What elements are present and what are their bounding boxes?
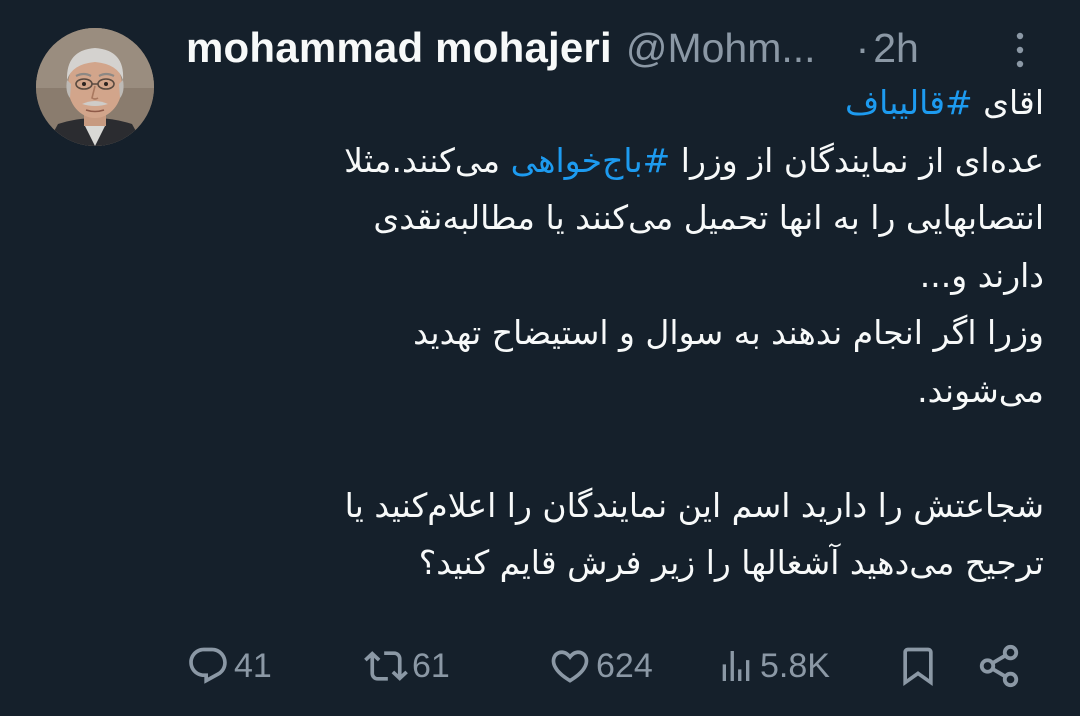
tweet-text-segment: ترجیح می‌دهید آشغالها را زیر فرش قایم کن… — [418, 543, 1044, 582]
avatar-photo — [36, 28, 154, 146]
bookmark-icon — [903, 647, 933, 687]
avatar[interactable] — [36, 28, 154, 146]
retweet-icon — [364, 651, 408, 681]
tweet-header: mohammad mohajeri @Mohm... · 2h — [186, 20, 1046, 76]
views-bar-chart-icon — [722, 651, 750, 681]
retweet-button[interactable]: 61 — [364, 638, 450, 694]
hashtag-link[interactable]: #قالیباف — [845, 83, 973, 122]
views-button[interactable]: 5.8K — [716, 638, 830, 694]
reply-count: 41 — [234, 646, 272, 685]
tweet-line: انتصابهایی را به انها تحمیل می‌کنند یا م… — [186, 189, 1044, 247]
tweet-line: ترجیح می‌دهید آشغالها را زیر فرش قایم کن… — [186, 534, 1044, 592]
separator-dot: · — [855, 24, 870, 71]
views-count: 5.8K — [760, 646, 830, 685]
hashtag-link[interactable]: #باج‌خواهی — [511, 141, 671, 180]
tweet-line: اقای #قالیباف — [186, 74, 1044, 132]
tweet-text-segment: وزرا اگر انجام ندهند به سوال و استیضاح ت… — [413, 313, 1044, 352]
author-name[interactable]: mohammad mohajeri — [186, 24, 612, 72]
tweet-text-segment: دارند و... — [919, 255, 1044, 295]
tweet-text-segment: اقای — [972, 83, 1044, 122]
tweet-line — [186, 419, 1044, 477]
more-options-button[interactable] — [1008, 30, 1032, 70]
tweet-text-segment: می‌شوند. — [917, 370, 1044, 410]
like-count: 624 — [596, 646, 653, 685]
heart-icon — [551, 650, 589, 683]
more-vertical-icon — [1016, 32, 1024, 68]
share-button[interactable] — [976, 638, 1022, 694]
tweet-actions: 41 61 624 5.8K — [186, 638, 1046, 694]
tweet-line: عده‌ای از نمایندگان از وزرا #باج‌خواهی م… — [186, 132, 1044, 190]
tweet-line: شجاعتش را دارید اسم این نمایندگان را اعل… — [186, 477, 1044, 535]
tweet-line: وزرا اگر انجام ندهند به سوال و استیضاح ت… — [186, 304, 1044, 362]
share-icon — [979, 644, 1019, 688]
timestamp[interactable]: 2h — [873, 25, 919, 72]
tweet-text-segment: انتصابهایی را به انها تحمیل می‌کنند یا م… — [373, 198, 1044, 237]
tweet-text-segment: عده‌ای از نمایندگان از وزرا — [670, 140, 1044, 180]
tweet-text-segment: می‌کنند.مثلا — [344, 140, 511, 180]
tweet-text-segment: شجاعتش را دارید اسم این نمایندگان را اعل… — [344, 485, 1044, 525]
retweet-count: 61 — [412, 646, 450, 685]
tweet-line: می‌شوند. — [186, 362, 1044, 420]
reply-icon — [189, 647, 227, 684]
bookmark-button[interactable] — [896, 638, 940, 694]
reply-button[interactable]: 41 — [186, 638, 272, 694]
author-handle[interactable]: @Mohm... — [626, 25, 816, 72]
tweet-line: دارند و... — [186, 247, 1044, 305]
tweet-text: اقای #قالیباف عده‌ای از نمایندگان از وزرا… — [186, 74, 1044, 592]
like-button[interactable]: 624 — [548, 638, 653, 694]
